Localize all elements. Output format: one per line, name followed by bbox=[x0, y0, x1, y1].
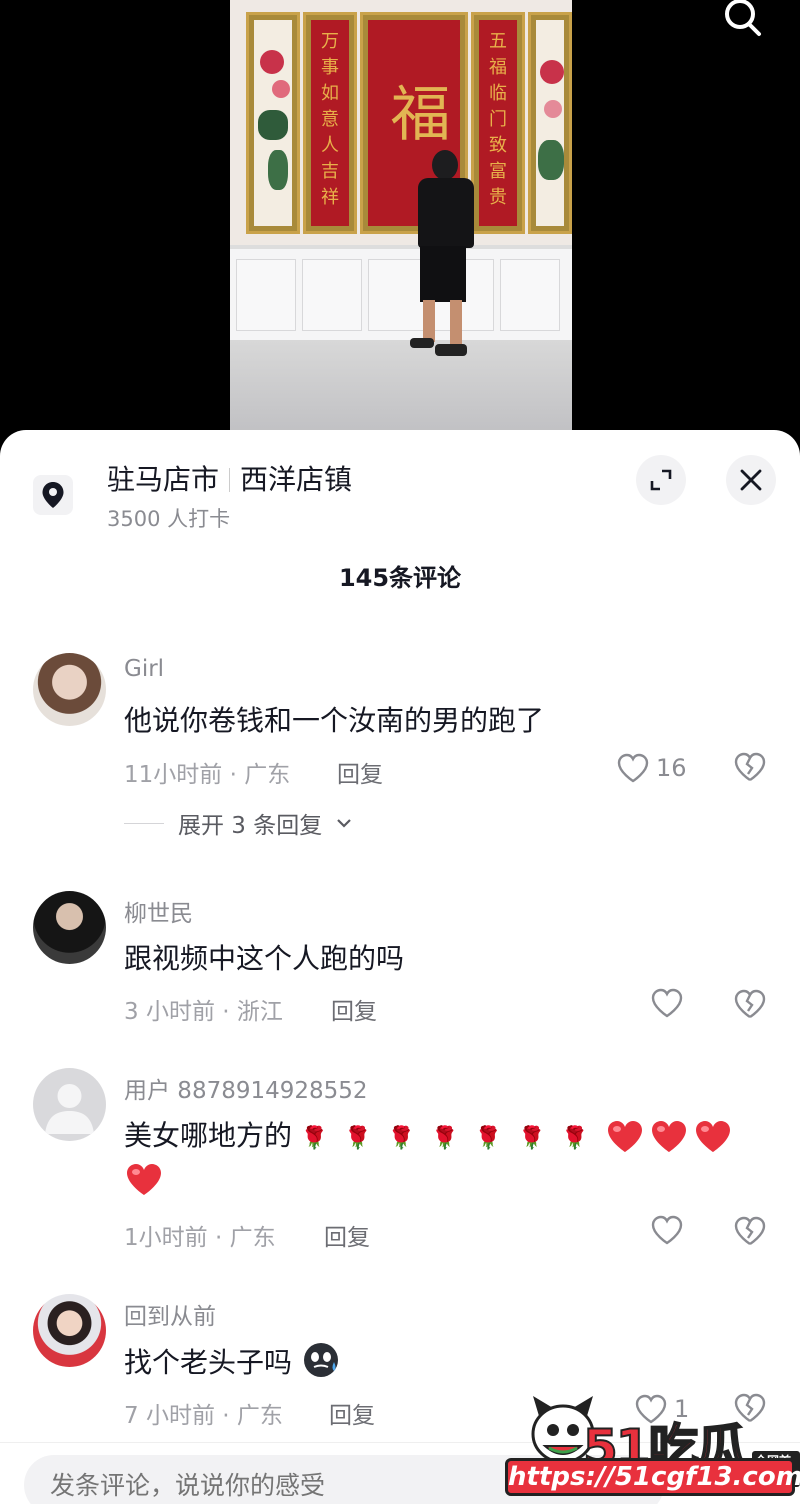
floor bbox=[230, 340, 572, 440]
expand-icon bbox=[650, 469, 672, 491]
cabinet bbox=[230, 245, 572, 340]
location-pin-icon[interactable] bbox=[33, 475, 73, 515]
location-city: 驻马店市 bbox=[107, 463, 220, 496]
comment-text: 找个老头子吗 bbox=[124, 1340, 341, 1381]
location-title[interactable]: 驻马店市 西洋店镇 bbox=[107, 458, 352, 498]
heart-emoji bbox=[693, 1119, 733, 1155]
reply-button[interactable]: 回复 bbox=[331, 992, 377, 1026]
heart-outline-icon bbox=[651, 988, 683, 1018]
reply-button[interactable]: 回复 bbox=[329, 1396, 375, 1430]
expand-replies-button[interactable]: 展开 3 条回复 bbox=[124, 806, 352, 840]
rose-emojis: 🌹 🌹 🌹 🌹 🌹 🌹 🌹 bbox=[301, 1119, 737, 1152]
rose-emoji: 🌹 bbox=[387, 1126, 416, 1151]
heart-outline-icon bbox=[617, 753, 649, 783]
close-button[interactable] bbox=[726, 455, 776, 505]
rose-emoji: 🌹 bbox=[517, 1126, 546, 1151]
expand-replies-label: 展开 3 条回复 bbox=[178, 813, 323, 839]
heart-emoji bbox=[605, 1119, 645, 1155]
painting-panel-left bbox=[246, 12, 300, 234]
expand-button[interactable] bbox=[636, 455, 686, 505]
like-button[interactable] bbox=[650, 987, 686, 1023]
heart-emoji bbox=[124, 1162, 164, 1198]
location-town: 西洋店镇 bbox=[240, 463, 353, 496]
comment-text: 他说你卷钱和一个汝南的男的跑了 bbox=[124, 704, 545, 737]
comment-author[interactable]: 回到从前 bbox=[124, 1297, 216, 1331]
like-button[interactable]: 16 bbox=[616, 750, 687, 786]
chevron-down-icon bbox=[337, 819, 352, 828]
person bbox=[432, 150, 458, 180]
close-icon bbox=[740, 469, 762, 491]
avatar[interactable] bbox=[33, 653, 106, 726]
dislike-button[interactable] bbox=[732, 1214, 768, 1250]
video-wall: 万 事 如 意 人 吉 祥 福 五 福 临 门 致 富 贵 bbox=[230, 0, 572, 245]
rose-emoji: 🌹 bbox=[344, 1126, 372, 1151]
like-count: 16 bbox=[656, 754, 687, 782]
comment-meta: 1小时前 · 广东 bbox=[124, 1225, 276, 1251]
comment-text-content: 找个老头子吗 bbox=[124, 1346, 293, 1379]
broken-heart-icon bbox=[734, 752, 766, 782]
broken-heart-icon bbox=[734, 989, 766, 1019]
rose-emoji: 🌹 bbox=[561, 1126, 589, 1151]
avatar[interactable] bbox=[33, 891, 106, 964]
fu-character: 福 bbox=[390, 80, 451, 150]
rose-emoji: 🌹 bbox=[474, 1126, 502, 1151]
avatar[interactable] bbox=[33, 1294, 106, 1367]
video-player[interactable]: 万 事 如 意 人 吉 祥 福 五 福 临 门 致 富 贵 bbox=[0, 0, 800, 440]
comment-text: 美女哪地方的 🌹 🌹 🌹 🌹 🌹 🌹 🌹 bbox=[124, 1114, 737, 1155]
comment-text: 跟视频中这个人跑的吗 bbox=[124, 942, 405, 975]
comment-meta: 11小时前 · 广东 bbox=[124, 762, 291, 788]
couplet-left: 万 事 如 意 人 吉 祥 bbox=[303, 12, 357, 234]
search-icon[interactable] bbox=[718, 0, 766, 40]
like-button[interactable] bbox=[650, 1214, 686, 1250]
dislike-button[interactable] bbox=[732, 987, 768, 1023]
rose-emoji: 🌹 bbox=[431, 1126, 459, 1151]
broken-heart-icon bbox=[734, 1216, 766, 1246]
reply-button[interactable]: 回复 bbox=[324, 1218, 370, 1252]
heart-emoji bbox=[649, 1119, 689, 1155]
rose-emoji: 🌹 bbox=[300, 1126, 329, 1151]
sweat-emoji-icon bbox=[303, 1343, 338, 1377]
checkin-count: 3500 人打卡 bbox=[107, 507, 231, 531]
reply-button[interactable]: 回复 bbox=[337, 755, 383, 789]
video-frame: 万 事 如 意 人 吉 祥 福 五 福 临 门 致 富 贵 bbox=[230, 0, 572, 440]
comment-text-content: 美女哪地方的 bbox=[124, 1119, 293, 1152]
dislike-button[interactable] bbox=[732, 750, 768, 786]
divider bbox=[124, 822, 164, 824]
heart-emojis bbox=[124, 1162, 168, 1198]
divider bbox=[229, 468, 231, 492]
comment-author[interactable]: Girl bbox=[124, 656, 164, 682]
couplet-right: 五 福 临 门 致 富 贵 bbox=[471, 12, 525, 234]
comment-meta: 7 小时前 · 广东 bbox=[124, 1403, 283, 1429]
comment-author[interactable]: 柳世民 bbox=[124, 894, 193, 928]
default-avatar-icon[interactable] bbox=[33, 1068, 106, 1141]
comment-meta: 3 小时前 · 浙江 bbox=[124, 999, 283, 1025]
comment-author[interactable]: 用户 8878914928552 bbox=[124, 1071, 368, 1105]
comment-count: 145条评论 bbox=[338, 564, 462, 592]
painting-panel-right bbox=[528, 12, 572, 234]
heart-outline-icon bbox=[651, 1215, 683, 1245]
watermark-url: https://51cgf13.com bbox=[505, 1458, 800, 1496]
